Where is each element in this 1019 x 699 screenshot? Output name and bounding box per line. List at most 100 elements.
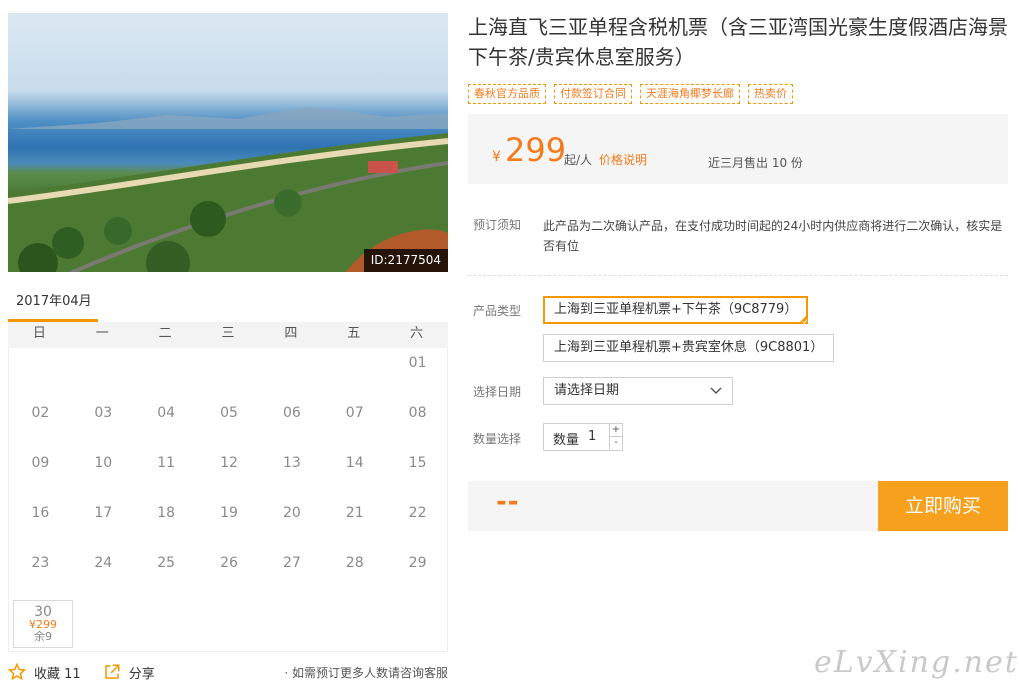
- calendar-day-number: 25: [157, 555, 176, 571]
- calendar-day-number: 03: [94, 405, 113, 421]
- calendar-day-number: 26: [220, 555, 238, 571]
- calendar-day-number: 13: [282, 455, 301, 471]
- calendar-day-number: 24: [94, 555, 113, 571]
- calendar-day-number: 08: [408, 405, 427, 421]
- product-tag: 付款签订合同: [554, 84, 632, 104]
- calendar-day-number: 18: [157, 505, 176, 521]
- calendar-day-number: 02: [31, 405, 50, 421]
- photo-id-badge: ID:2177504: [363, 249, 448, 272]
- calendar-day-available[interactable]: 30 ¥299 余9: [13, 600, 73, 648]
- calendar-day-number: 22: [408, 505, 427, 521]
- calendar-day: 18: [135, 498, 198, 548]
- calendar-day: 20: [260, 498, 323, 548]
- notice-text: 此产品为二次确认产品，在支付成功时间起的24小时内供应商将进行二次确认，核实是否…: [543, 219, 1003, 253]
- product-tag: 天涯海角椰梦长廊: [640, 84, 740, 104]
- calendar-day: 11: [135, 448, 198, 498]
- calendar-day: 25: [135, 548, 198, 598]
- chevron-down-icon: [710, 387, 722, 395]
- weekday-label: 一: [95, 326, 109, 341]
- calendar-day: 28: [323, 548, 386, 598]
- product-type-label: 产品类型: [473, 304, 522, 318]
- price-explain-link[interactable]: 价格说明: [599, 151, 647, 168]
- calendar-day-number: 12: [220, 455, 238, 471]
- date-select[interactable]: 请选择日期: [543, 377, 733, 405]
- favorite-label: 收藏 11: [34, 666, 81, 682]
- calendar-day-number: 14: [345, 455, 364, 471]
- product-type-option-label: 上海到三亚单程机票+贵宾室休息（9C8801）: [554, 340, 824, 355]
- share-button[interactable]: 分享: [103, 663, 155, 682]
- calendar-day: 08: [386, 398, 449, 448]
- calendar-day: 15: [386, 448, 449, 498]
- calendar-day: 10: [72, 448, 135, 498]
- calendar-day-number: 07: [345, 405, 364, 421]
- product-tag: 热卖价: [748, 84, 793, 104]
- calendar-day-number: 19: [220, 505, 238, 521]
- calendar-day-number: 27: [282, 555, 301, 571]
- buy-bar: -- 立即购买: [468, 481, 1008, 531]
- favorite-button[interactable]: 收藏 11: [8, 663, 81, 682]
- calendar-day: 16: [9, 498, 72, 548]
- product-tags: 春秋官方品质 付款签订合同 天涯海角椰梦长廊 热卖价: [468, 84, 801, 104]
- price-amount: 299: [505, 131, 567, 169]
- quantity-value[interactable]: 1: [588, 429, 596, 444]
- calendar-weekday-header: 日 一 二 三 四 五 六: [8, 322, 448, 348]
- bottom-links: 收藏 11 分享 · 如需预订更多人数请咨询客服: [8, 660, 448, 684]
- watermark: eLvXing.net: [814, 645, 1019, 680]
- weekday-label: 六: [410, 326, 424, 341]
- calendar-day-number: 04: [157, 405, 176, 421]
- calendar-day: 13: [260, 448, 323, 498]
- product-title: 上海直飞三亚单程含税机票（含三亚湾国光豪生度假酒店海景下午茶/贵宾休息室服务）: [468, 15, 1008, 69]
- calendar-day: 26: [198, 548, 261, 598]
- product-type-option[interactable]: 上海到三亚单程机票+贵宾室休息（9C8801）: [543, 334, 835, 362]
- calendar-day-number: 15: [408, 455, 427, 471]
- calendar-day-number: 16: [31, 505, 50, 521]
- calendar-day: 02: [9, 398, 72, 448]
- calendar-day-number: 20: [282, 505, 301, 521]
- calendar-day: 21: [323, 498, 386, 548]
- notice-label: 预订须知: [473, 218, 522, 232]
- share-label: 分享: [128, 666, 155, 682]
- weekday-label: 五: [347, 326, 361, 341]
- calendar-day: 12: [198, 448, 261, 498]
- product-photo: ID:2177504: [8, 13, 448, 272]
- weekday-label: 三: [221, 326, 235, 341]
- product-type-option-selected[interactable]: 上海到三亚单程机票+下午茶（9C8779）: [543, 296, 809, 324]
- calendar-day: 27: [260, 548, 323, 598]
- date-label: 选择日期: [473, 385, 522, 399]
- calendar-day: 24: [72, 548, 135, 598]
- selected-check-icon: [798, 314, 809, 324]
- calendar-day-number: 30: [34, 604, 52, 620]
- quantity-inner-label: 数量: [553, 433, 580, 448]
- product-type-option-label: 上海到三亚单程机票+下午茶（9C8779）: [554, 302, 798, 317]
- calendar-day-number: 29: [408, 555, 427, 571]
- weekday-label: 四: [284, 326, 298, 341]
- weekday-label: 二: [158, 326, 172, 341]
- quantity-minus-button[interactable]: -: [609, 437, 622, 450]
- calendar-day: 03: [72, 398, 135, 448]
- calendar-day: 23: [9, 548, 72, 598]
- calendar-day-number: 06: [282, 405, 301, 421]
- calendar-day-number: 01: [408, 355, 427, 371]
- price-unit: 起/人: [564, 153, 593, 167]
- calendar-day-number: 11: [157, 455, 176, 471]
- total-price: --: [496, 487, 520, 517]
- divider: [468, 275, 1008, 276]
- quantity-plus-button[interactable]: +: [609, 424, 622, 437]
- calendar-day-number: 09: [31, 455, 50, 471]
- buy-now-button[interactable]: 立即购买: [878, 481, 1008, 531]
- share-icon: [104, 664, 120, 679]
- price-currency: ¥: [492, 149, 501, 165]
- calendar-day-stock: 余9: [34, 630, 52, 643]
- calendar-day: 06: [260, 398, 323, 448]
- calendar-day: 19: [198, 498, 261, 548]
- calendar-day: 04: [135, 398, 198, 448]
- quantity-stepper: 数量 1 + -: [543, 423, 623, 451]
- calendar-month-tab[interactable]: 2017年04月: [8, 290, 98, 322]
- calendar-day-number: 28: [345, 555, 364, 571]
- calendar-day: 07: [323, 398, 386, 448]
- quantity-label: 数量选择: [473, 432, 522, 446]
- calendar-grid: 01 02 03 04 05 06 07 08 09 10 11 12 13 14 15 16 17 18 19 20…: [8, 348, 448, 652]
- calendar-day-number: 05: [220, 405, 238, 421]
- consult-link[interactable]: · 如需预订更多人数请咨询客服: [284, 664, 448, 681]
- weekday-label: 日: [32, 326, 46, 341]
